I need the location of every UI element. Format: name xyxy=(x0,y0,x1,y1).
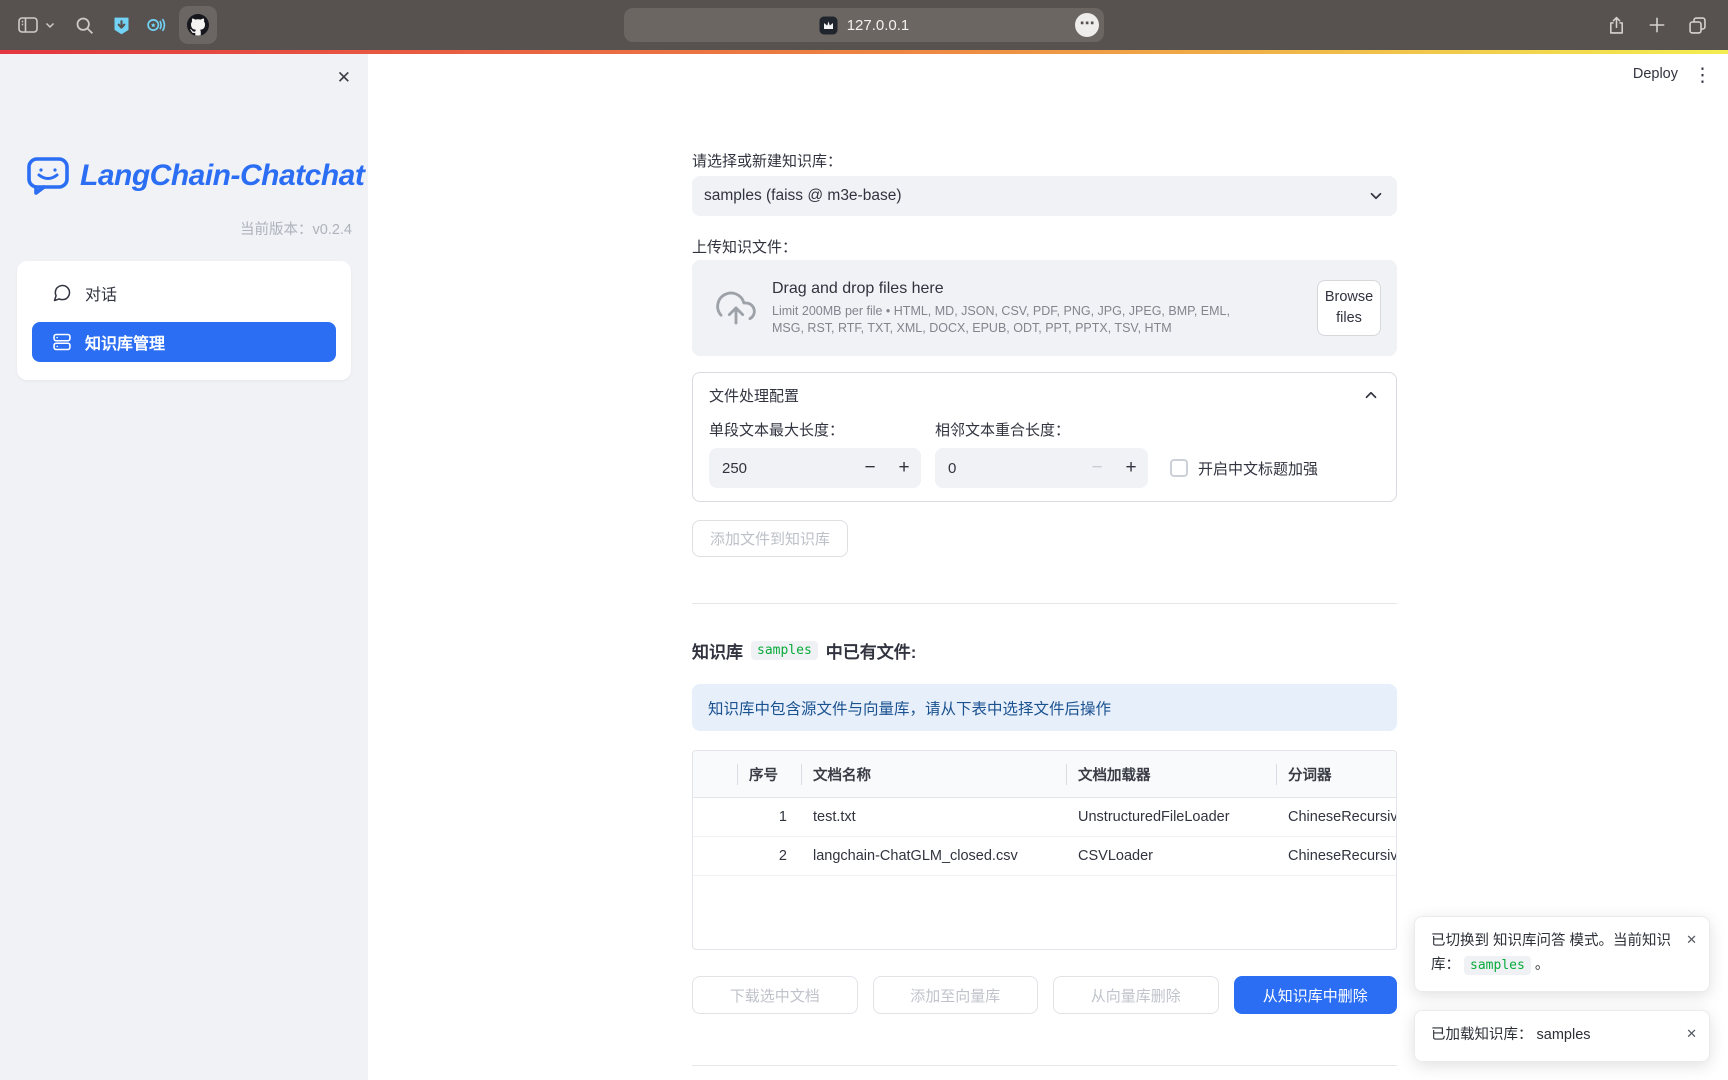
cell-doc-name: langchain-ChatGLM_closed.csv xyxy=(801,848,1066,864)
info-alert-text: 知识库中包含源文件与向量库，请从下表中选择文件后操作 xyxy=(708,697,1111,719)
pinned-tab-bookmark-icon[interactable] xyxy=(111,15,132,36)
download-selected-button[interactable]: 下载选中文档 xyxy=(692,976,858,1014)
site-favicon xyxy=(819,16,838,35)
browser-toolbar-left xyxy=(16,0,217,50)
new-tab-icon[interactable] xyxy=(1647,15,1667,35)
chat-icon xyxy=(52,283,72,303)
file-config-expander: 文件处理配置 单段文本最大长度： 相邻文本重合长度： 250 − + xyxy=(692,372,1397,502)
kb-select[interactable]: samples (faiss @ m3e-base) xyxy=(692,176,1397,216)
sidebar-toggle-icon[interactable] xyxy=(16,13,40,37)
sidebar-item-dialogue[interactable]: 对话 xyxy=(32,271,336,315)
knowledge-base-icon xyxy=(52,332,72,352)
dropzone-title: Drag and drop files here xyxy=(772,280,1232,298)
address-bar[interactable]: 127.0.0.1 ⋯ xyxy=(624,8,1104,42)
cell-splitter: ChineseRecursiveT xyxy=(1276,848,1396,864)
chunk-overlap-value: 0 xyxy=(935,460,1080,477)
decrement-button[interactable]: − xyxy=(853,457,887,479)
dropzone-limit: Limit 200MB per file • HTML, MD, JSON, C… xyxy=(772,303,1232,337)
toast-text: 。 xyxy=(1535,957,1550,973)
kb-select-label: 请选择或新建知识库： xyxy=(692,150,842,171)
info-alert: 知识库中包含源文件与向量库，请从下表中选择文件后操作 xyxy=(692,684,1397,731)
delete-from-kb-button[interactable]: 从知识库中删除 xyxy=(1234,976,1398,1014)
cell-loader: CSVLoader xyxy=(1066,848,1276,864)
pinned-tab-radio-icon[interactable] xyxy=(145,14,167,36)
chevron-up-icon xyxy=(1362,386,1380,404)
toast-mode-switched: 已切换到 知识库问答 模式。当前知识库： samples 。 ✕ xyxy=(1414,916,1710,992)
app-version: 当前版本：v0.2.4 xyxy=(240,218,352,239)
close-icon[interactable]: ✕ xyxy=(1686,1023,1697,1044)
sidebar: ✕ LangChain-Chatchat 当前版本：v0.2.4 对话 知识库管… xyxy=(0,54,368,1080)
github-icon xyxy=(187,14,209,36)
kb-files-table: 序号 文档名称 文档加载器 分词器 1 test.txt Unstructure… xyxy=(692,750,1397,950)
kebab-menu-icon[interactable]: ⋮ xyxy=(1693,64,1712,87)
search-icon[interactable] xyxy=(74,15,95,36)
kb-select-value: samples (faiss @ m3e-base) xyxy=(704,187,902,205)
cell-loader: UnstructuredFileLoader xyxy=(1066,809,1276,825)
increment-button[interactable]: + xyxy=(1114,457,1148,479)
active-tab-github[interactable] xyxy=(179,6,217,44)
close-icon[interactable]: ✕ xyxy=(1686,929,1697,950)
kb-name-code: samples xyxy=(751,641,818,660)
cell-index: 1 xyxy=(737,809,801,825)
expander-title: 文件处理配置 xyxy=(709,385,799,406)
file-dropzone[interactable]: Drag and drop files here Limit 200MB per… xyxy=(692,260,1397,356)
tab-overview-icon[interactable] xyxy=(1687,15,1708,36)
kb-name-code: samples xyxy=(1464,956,1531,975)
deploy-button[interactable]: Deploy xyxy=(1633,66,1678,82)
cell-splitter: ChineseRecursiveT xyxy=(1276,809,1396,825)
file-actions: 下载选中文档 添加至向量库 从向量库删除 从知识库中删除 xyxy=(692,976,1397,1014)
increment-button[interactable]: + xyxy=(887,457,921,479)
sidebar-item-label: 对话 xyxy=(85,281,117,305)
browser-chrome: 127.0.0.1 ⋯ xyxy=(0,0,1728,50)
share-icon[interactable] xyxy=(1606,15,1627,36)
checkbox-box[interactable] xyxy=(1170,459,1188,477)
delete-from-vectorstore-button[interactable]: 从向量库删除 xyxy=(1053,976,1219,1014)
dropzone-text: Drag and drop files here Limit 200MB per… xyxy=(772,280,1232,337)
add-to-vectorstore-button[interactable]: 添加至向量库 xyxy=(873,976,1039,1014)
chunk-overlap-stepper[interactable]: 0 − + xyxy=(935,448,1148,488)
kb-heading-suffix: 中已有文件: xyxy=(826,638,917,663)
table-row[interactable]: 1 test.txt UnstructuredFileLoader Chines… xyxy=(693,798,1396,837)
cloud-upload-icon xyxy=(716,288,756,328)
cell-doc-name: test.txt xyxy=(801,809,1066,825)
column-header[interactable]: 文档加载器 xyxy=(1066,764,1276,785)
chevron-down-icon xyxy=(1367,187,1385,205)
sidebar-close-button[interactable]: ✕ xyxy=(337,68,351,88)
chunk-size-value: 250 xyxy=(709,460,853,477)
zh-title-enhance-checkbox[interactable]: 开启中文标题加强 xyxy=(1170,458,1318,479)
table-header-row: 序号 文档名称 文档加载器 分词器 xyxy=(693,751,1396,798)
chunk-size-stepper[interactable]: 250 − + xyxy=(709,448,921,488)
url-text: 127.0.0.1 xyxy=(847,17,910,34)
page-settings-icon[interactable]: ⋯ xyxy=(1075,13,1099,37)
browse-files-button[interactable]: Browse files xyxy=(1317,280,1381,336)
upload-label: 上传知识文件： xyxy=(692,236,797,257)
kb-heading-prefix: 知识库 xyxy=(692,638,743,663)
toast-kb-loaded: 已加载知识库： samples ✕ xyxy=(1414,1010,1710,1062)
app-logo-text: LangChain-Chatchat xyxy=(80,159,364,193)
browser-toolbar-right xyxy=(1606,0,1708,50)
column-header[interactable]: 分词器 xyxy=(1276,764,1396,785)
sidebar-item-label: 知识库管理 xyxy=(85,330,165,354)
expander-header[interactable]: 文件处理配置 xyxy=(693,373,1396,417)
sidebar-item-kb-management[interactable]: 知识库管理 xyxy=(32,322,336,362)
app-logo: LangChain-Chatchat xyxy=(26,154,364,198)
column-header[interactable]: 文档名称 xyxy=(801,764,1066,785)
divider xyxy=(692,603,1397,604)
cell-index: 2 xyxy=(737,848,801,864)
kb-files-heading: 知识库 samples 中已有文件: xyxy=(692,638,916,663)
column-header[interactable]: 序号 xyxy=(737,764,801,785)
divider xyxy=(692,1065,1397,1066)
logo-chat-bubble-icon xyxy=(26,156,70,196)
table-row[interactable]: 2 langchain-ChatGLM_closed.csv CSVLoader… xyxy=(693,837,1396,876)
decrement-button[interactable]: − xyxy=(1080,457,1114,479)
checkbox-label: 开启中文标题加强 xyxy=(1198,458,1318,479)
sidebar-menu: 对话 知识库管理 xyxy=(17,261,351,380)
chunk-overlap-label: 相邻文本重合长度： xyxy=(935,419,1148,440)
toast-text: 已加载知识库： samples xyxy=(1431,1027,1591,1043)
chunk-size-label: 单段文本最大长度： xyxy=(709,419,921,440)
add-files-to-kb-button[interactable]: 添加文件到知识库 xyxy=(692,520,848,557)
expander-body: 单段文本最大长度： 相邻文本重合长度： 250 − + 0 − + xyxy=(693,417,1396,488)
chevron-down-icon[interactable] xyxy=(44,19,56,31)
page-content: 请选择或新建知识库： samples (faiss @ m3e-base) 上传… xyxy=(692,54,1397,1080)
